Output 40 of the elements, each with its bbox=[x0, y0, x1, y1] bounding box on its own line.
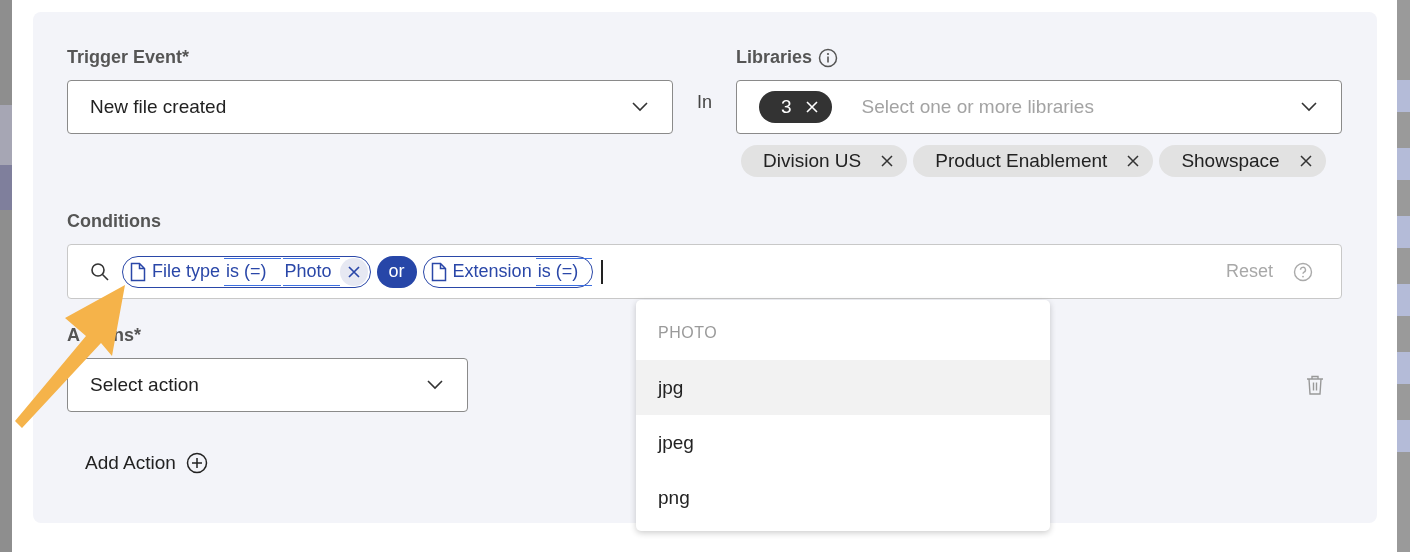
close-icon[interactable] bbox=[1299, 155, 1312, 167]
group-heading: PHOTO bbox=[657, 323, 719, 343]
library-chip[interactable]: Division US bbox=[741, 145, 908, 177]
token-value: Photo bbox=[282, 257, 340, 286]
menu-option[interactable]: jpeg bbox=[636, 415, 1050, 470]
placeholder-text: Select one or more libraries bbox=[860, 96, 1095, 118]
text-cursor bbox=[601, 259, 604, 284]
close-icon[interactable] bbox=[881, 155, 894, 167]
token-field: Extension bbox=[452, 258, 534, 285]
count-badge[interactable]: 3 bbox=[759, 91, 832, 123]
in-label: In bbox=[696, 91, 713, 114]
token-operator: is (=) bbox=[224, 257, 281, 286]
close-icon[interactable] bbox=[1127, 155, 1140, 167]
field-label: Libraries bbox=[736, 47, 813, 68]
action-select[interactable]: Select action bbox=[67, 358, 468, 412]
chevron-down-icon bbox=[1301, 102, 1317, 112]
chevron-down-icon bbox=[632, 102, 648, 112]
trigger-select[interactable]: New file created bbox=[67, 80, 673, 134]
token-operator: is (=) bbox=[535, 257, 593, 286]
add-action-button[interactable]: Add Action bbox=[85, 452, 208, 474]
remove-button[interactable] bbox=[339, 257, 368, 286]
close-icon bbox=[347, 265, 360, 278]
token-field: File type bbox=[152, 258, 223, 285]
field-label: Conditions bbox=[67, 211, 162, 232]
info-icon[interactable] bbox=[818, 47, 839, 68]
library-chip[interactable]: Showspace bbox=[1159, 145, 1326, 177]
chevron-down-icon bbox=[427, 380, 443, 390]
menu-option[interactable]: jpg bbox=[636, 360, 1050, 415]
field-label: Trigger Event* bbox=[67, 47, 191, 68]
document-icon bbox=[130, 261, 146, 282]
menu-option[interactable]: png bbox=[636, 470, 1050, 525]
conditions-field[interactable]: File type is (=) Photo or Extension is (=) Reset bbox=[67, 244, 1342, 299]
plus-circle-icon bbox=[185, 452, 208, 474]
trash-icon[interactable] bbox=[1306, 375, 1324, 395]
library-chip[interactable]: Product Enablement bbox=[913, 145, 1154, 177]
operator-pill[interactable]: or bbox=[376, 255, 417, 288]
search-icon bbox=[90, 261, 110, 282]
field-label: A bbox=[67, 325, 80, 346]
libraries-select[interactable]: 3 Select one or more libraries bbox=[736, 80, 1342, 134]
document-icon bbox=[430, 261, 447, 282]
